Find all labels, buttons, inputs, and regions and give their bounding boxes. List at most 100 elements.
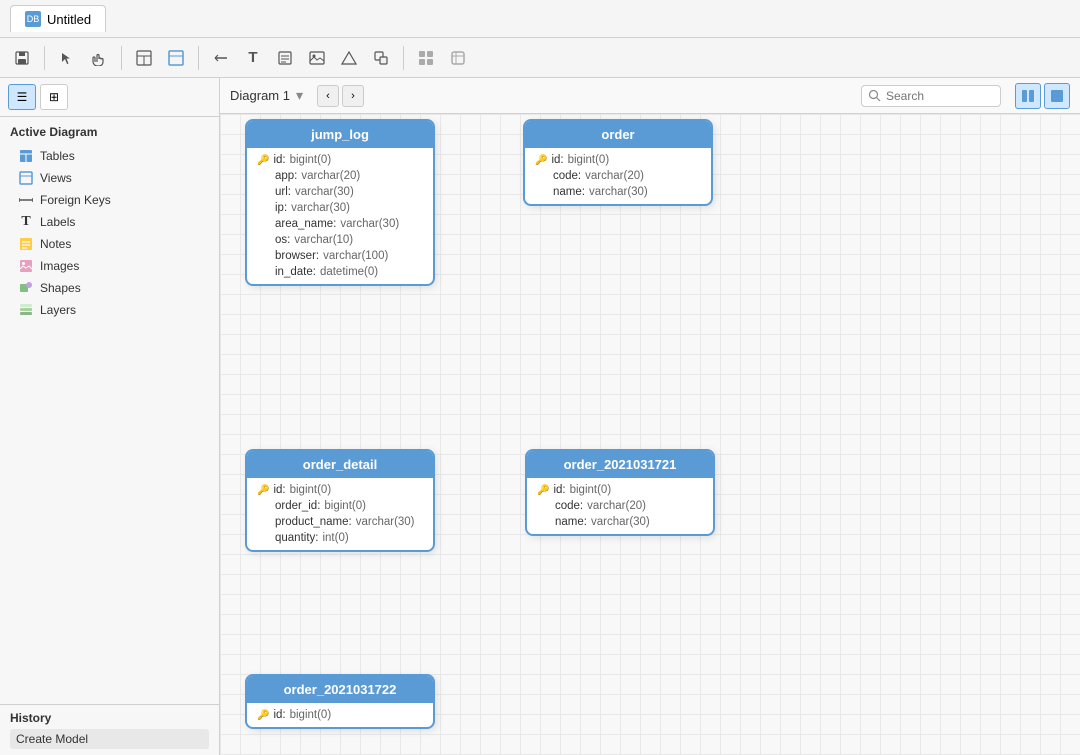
shapes-icon: [18, 280, 34, 296]
field-name: area_name:: [275, 218, 336, 230]
table-header-jump_log: jump_log: [247, 121, 433, 148]
sidebar-item-notes[interactable]: Notes: [10, 233, 209, 255]
sidebar-grid-view-btn[interactable]: ⊞: [40, 84, 68, 110]
tables-label: Tables: [40, 149, 75, 163]
field-type: varchar(20): [301, 170, 360, 182]
diagram-name: Diagram 1: [230, 88, 290, 103]
field-name: browser:: [275, 250, 319, 262]
table-row: ip: varchar(30): [247, 200, 433, 216]
field-name: in_date:: [275, 266, 316, 278]
table-row: 🔑id: bigint(0): [525, 152, 711, 168]
key-icon: 🔑: [535, 155, 547, 166]
history-section: History Create Model: [0, 704, 219, 755]
field-type: varchar(30): [356, 516, 415, 528]
sidebar-item-layers[interactable]: Layers: [10, 299, 209, 321]
field-type: bigint(0): [324, 500, 366, 512]
field-type: varchar(20): [587, 500, 646, 512]
field-type: bigint(0): [570, 484, 612, 496]
field-type: varchar(10): [294, 234, 353, 246]
table-order_2021031722[interactable]: order_2021031722 🔑id: bigint(0): [245, 674, 435, 729]
field-name: id:: [273, 484, 285, 496]
field-name: code:: [553, 170, 581, 182]
table-row: quantity: int(0): [247, 530, 433, 546]
tool2-button[interactable]: [444, 44, 472, 72]
save-button[interactable]: [8, 44, 36, 72]
sidebar-item-tables[interactable]: Tables: [10, 145, 209, 167]
hand-button[interactable]: [85, 44, 113, 72]
diagram-dropdown-icon[interactable]: ▾: [296, 87, 303, 104]
table-header-order_2021031722: order_2021031722: [247, 676, 433, 703]
table-row: name: varchar(30): [525, 184, 711, 200]
table-row: 🔑id: bigint(0): [247, 482, 433, 498]
sidebar-item-labels[interactable]: T Labels: [10, 211, 209, 233]
table-row: app: varchar(20): [247, 168, 433, 184]
history-item-create-model[interactable]: Create Model: [10, 729, 209, 749]
table-order_2021031721[interactable]: order_2021031721🔑id: bigint(0)code: varc…: [525, 449, 715, 536]
sidebar-item-foreign-keys[interactable]: Foreign Keys: [10, 189, 209, 211]
sidebar-item-views[interactable]: Views: [10, 167, 209, 189]
tool1-button[interactable]: [412, 44, 440, 72]
pointer-button[interactable]: [53, 44, 81, 72]
main-layout: ☰ ⊞ Active Diagram Tables Views: [0, 78, 1080, 755]
sidebar-list-view-btn[interactable]: ☰: [8, 84, 36, 110]
resize-button[interactable]: [367, 44, 395, 72]
canvas-topbar: Diagram 1 ▾ ‹ ›: [220, 78, 1080, 114]
field-name: id:: [273, 154, 285, 166]
notes-icon: [18, 236, 34, 252]
nav-prev-btn[interactable]: ‹: [317, 85, 339, 107]
tab-title: Untitled: [47, 12, 91, 27]
sidebar: ☰ ⊞ Active Diagram Tables Views: [0, 78, 220, 755]
table-row: name: varchar(30): [527, 514, 713, 530]
toolbar-sep-2: [121, 46, 122, 70]
document-tab[interactable]: DB Untitled: [10, 5, 106, 32]
table-row: product_name: varchar(30): [247, 514, 433, 530]
view-toggle: [1015, 83, 1070, 109]
toolbar-sep-4: [403, 46, 404, 70]
table-jump_log[interactable]: jump_log🔑id: bigint(0)app: varchar(20)ur…: [245, 119, 435, 286]
image-button[interactable]: [303, 44, 331, 72]
table-row: 🔑id: bigint(0): [247, 707, 433, 723]
nav-next-btn[interactable]: ›: [342, 85, 364, 107]
search-icon-wrap: [861, 85, 1001, 107]
field-type: varchar(30): [591, 516, 650, 528]
tab-icon: DB: [25, 11, 41, 27]
labels-icon: T: [18, 214, 34, 230]
sidebar-view-toggle: ☰ ⊞: [0, 78, 219, 117]
table-row: 🔑 id: bigint(0): [247, 152, 433, 168]
line-button[interactable]: [207, 44, 235, 72]
table-row: code: varchar(20): [525, 168, 711, 184]
field-type: varchar(30): [340, 218, 399, 230]
table-row: browser: varchar(100): [247, 248, 433, 264]
tables-icon: [18, 148, 34, 164]
field-name: product_name:: [275, 516, 352, 528]
table-row: url: varchar(30): [247, 184, 433, 200]
text-button[interactable]: T: [239, 44, 267, 72]
field-type: bigint(0): [290, 154, 332, 166]
note-button[interactable]: [271, 44, 299, 72]
grid-canvas[interactable]: jump_log🔑id: bigint(0)app: varchar(20)ur…: [220, 114, 1080, 755]
field-type: int(0): [322, 532, 348, 544]
table-order[interactable]: order 🔑id: bigint(0)code: varchar(20)name…: [523, 119, 713, 206]
key-icon: 🔑: [257, 155, 269, 166]
field-name: url:: [275, 186, 291, 198]
search-input[interactable]: [861, 85, 1001, 107]
toolbar-sep-1: [44, 46, 45, 70]
key-icon: 🔑: [537, 485, 549, 496]
field-type: bigint(0): [290, 709, 332, 721]
notes-label: Notes: [40, 237, 71, 251]
table-header-order: order: [525, 121, 711, 148]
shape-button[interactable]: [335, 44, 363, 72]
view-button[interactable]: [162, 44, 190, 72]
table-button[interactable]: [130, 44, 158, 72]
sidebar-item-shapes[interactable]: Shapes: [10, 277, 209, 299]
layers-label: Layers: [40, 303, 76, 317]
table-order_detail[interactable]: order_detail🔑id: bigint(0)order_id: bigi…: [245, 449, 435, 552]
views-icon: [18, 170, 34, 186]
split-view-btn[interactable]: [1015, 83, 1041, 109]
field-name: id:: [273, 709, 285, 721]
field-type: varchar(100): [323, 250, 388, 262]
full-view-btn[interactable]: [1044, 83, 1070, 109]
sidebar-item-images[interactable]: Images: [10, 255, 209, 277]
table-body-jump_log: 🔑id: bigint(0)app: varchar(20)url: varch…: [247, 148, 433, 284]
table-row: 🔑id: bigint(0): [527, 482, 713, 498]
